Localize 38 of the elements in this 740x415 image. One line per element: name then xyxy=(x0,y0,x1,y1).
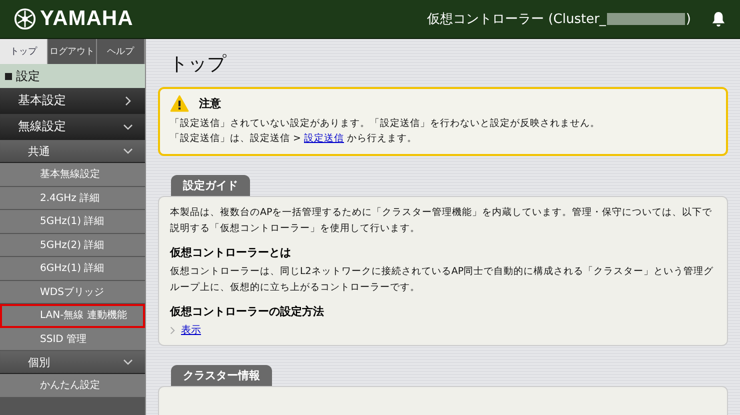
paragraph: 仮想コントローラーは、同じL2ネットワークに接続されているAP同士で自動的に構成される「クラスター」という管理グループ上に、仮想的に立ち上がるコントローラーです。 xyxy=(170,265,715,295)
menu-item[interactable]: 無線設定 xyxy=(0,114,145,140)
menu-link[interactable]: LAN-無線 連動機能 xyxy=(0,304,145,328)
chevron-icon xyxy=(170,326,175,334)
show-link[interactable]: 表示 xyxy=(181,323,201,337)
menu-item[interactable]: 基本設定 xyxy=(0,88,145,114)
warning-icon xyxy=(170,95,189,112)
menu-link[interactable]: 基本無線設定 xyxy=(0,163,145,186)
chevron-icon xyxy=(123,357,133,367)
sidebar-tab[interactable]: ログアウト xyxy=(48,39,97,64)
square-icon xyxy=(5,72,12,80)
paragraph: 本製品は、複数台のAPを一括管理するために「クラスター管理機能」を内蔵しています。管理・保守については、以下で説明する「仮想コントローラー」を使用して行います。 xyxy=(170,206,714,236)
controller-title-prefix: 仮想コントローラー (Cluster_ xyxy=(427,11,606,28)
menu-link[interactable]: 5GHz(1) 詳細 xyxy=(0,210,145,234)
menu-link[interactable]: かんたん設定 xyxy=(0,374,145,398)
section-heading: 仮想コントローラーの設定方法 xyxy=(170,304,325,319)
chevron-icon xyxy=(123,96,133,106)
logo-icon xyxy=(14,8,36,30)
chevron-icon xyxy=(123,146,133,156)
notice-text: 「設定送信」は、設定送信 > 設定送信 から行えます。 xyxy=(170,132,418,146)
controller-title-suffix: ) xyxy=(686,12,691,26)
page-title: トップ xyxy=(169,52,228,77)
submenu-item[interactable]: 共通 xyxy=(0,140,145,163)
section-title: 設定 xyxy=(16,68,40,84)
notice-title: 注意 xyxy=(199,96,221,111)
menu-link[interactable]: 2.4GHz 詳細 xyxy=(0,186,145,210)
menu-link[interactable]: SSID 管理 xyxy=(0,328,145,351)
menu-link[interactable]: WDSブリッジ xyxy=(0,280,145,304)
notice-text: 「設定送信」されていない設定があります。「設定送信」を行わないと設定が反映されません。 xyxy=(170,117,601,131)
logo-text: YAMAHA xyxy=(40,7,134,31)
menu-link[interactable]: 5GHz(2) 詳細 xyxy=(0,234,145,257)
settings-send-link[interactable]: 設定送信 xyxy=(304,133,344,144)
section-heading: 仮想コントローラーとは xyxy=(170,245,292,260)
sidebar-tab[interactable]: トップ xyxy=(0,39,48,64)
menu-link[interactable]: 6GHz(1) 詳細 xyxy=(0,257,145,280)
submenu-item[interactable]: 個別 xyxy=(0,351,145,374)
bell-icon[interactable] xyxy=(711,10,726,28)
chevron-icon xyxy=(123,122,133,132)
